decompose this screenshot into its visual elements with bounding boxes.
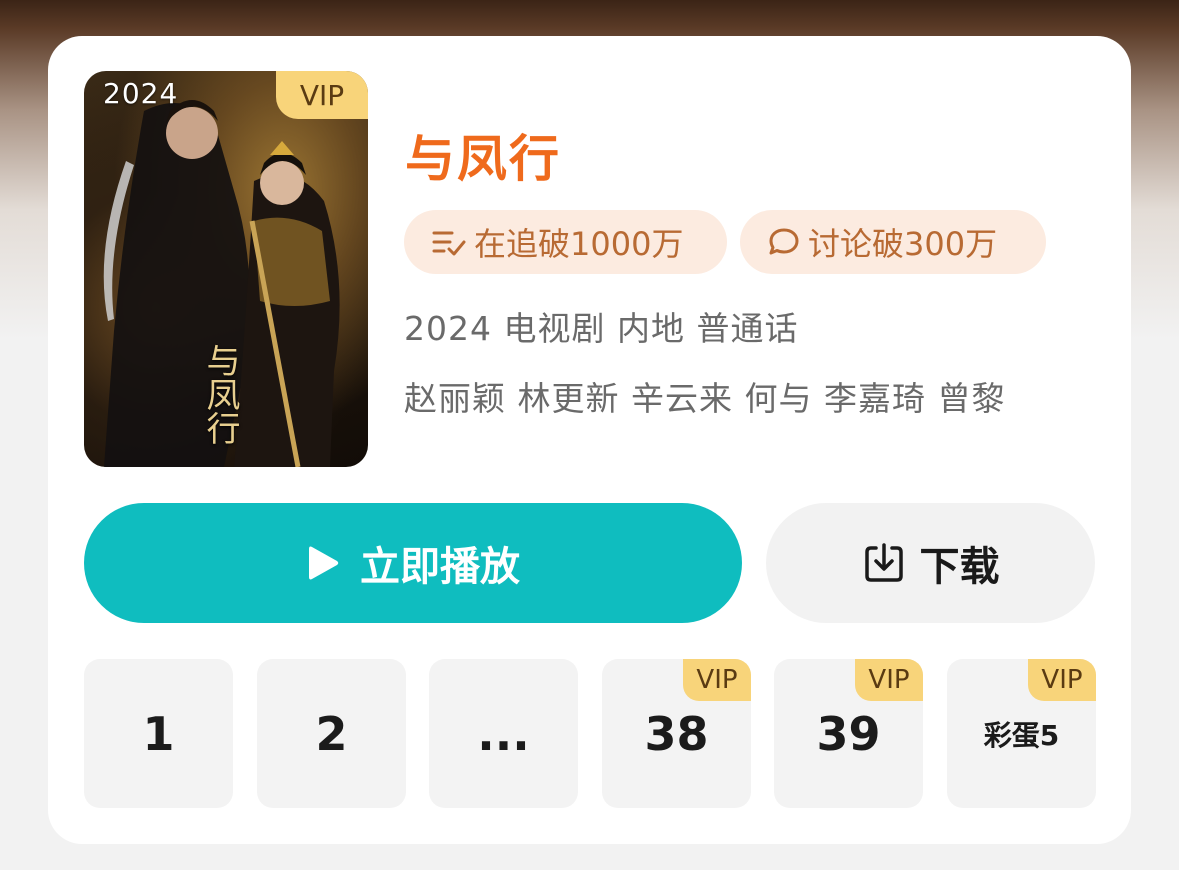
poster-image[interactable]: 2024 VIP 与凤行 bbox=[84, 71, 368, 467]
episode-button-bonus-5[interactable]: VIP 彩蛋5 bbox=[947, 659, 1096, 808]
vip-badge: VIP bbox=[855, 659, 923, 701]
show-cast-line[interactable]: 赵丽颖 林更新 辛云来 何与 李嘉琦 曾黎 bbox=[404, 372, 1005, 420]
poster-title-calligraphy: 与凤行 bbox=[200, 343, 240, 445]
episode-label: 彩蛋5 bbox=[983, 718, 1060, 752]
episode-label: 2 bbox=[315, 706, 348, 761]
episode-label: ... bbox=[477, 706, 530, 761]
episode-button-38[interactable]: VIP 38 bbox=[602, 659, 751, 808]
episode-button-39[interactable]: VIP 39 bbox=[774, 659, 923, 808]
download-button[interactable]: 下载 bbox=[766, 503, 1095, 623]
episode-more-button[interactable]: ... bbox=[429, 659, 578, 808]
poster-vip-badge: VIP bbox=[276, 71, 368, 119]
show-detail-card: 2024 VIP 与凤行 与凤行 在追破1000万 讨论破300万 2024 电… bbox=[48, 36, 1131, 844]
discuss-count-chip[interactable]: 讨论破300万 bbox=[740, 210, 1046, 274]
show-info-line: 2024 电视剧 内地 普通话 bbox=[404, 309, 799, 348]
follow-count-chip[interactable]: 在追破1000万 bbox=[404, 210, 727, 274]
follow-count-label: 在追破1000万 bbox=[474, 225, 684, 263]
episode-label: 1 bbox=[142, 706, 175, 761]
play-icon bbox=[306, 544, 340, 582]
chat-bubble-icon bbox=[768, 227, 800, 257]
list-check-icon bbox=[432, 227, 466, 257]
discuss-count-label: 讨论破300万 bbox=[808, 225, 998, 263]
download-label: 下载 bbox=[919, 544, 1000, 590]
episode-label: 38 bbox=[644, 706, 709, 761]
episode-button-2[interactable]: 2 bbox=[257, 659, 406, 808]
play-now-label: 立即播放 bbox=[360, 544, 520, 590]
episode-button-1[interactable]: 1 bbox=[84, 659, 233, 808]
vip-badge: VIP bbox=[683, 659, 751, 701]
episode-label: 39 bbox=[816, 706, 881, 761]
download-icon bbox=[862, 541, 906, 585]
vip-badge: VIP bbox=[1028, 659, 1096, 701]
poster-year: 2024 bbox=[103, 77, 179, 110]
play-now-button[interactable]: 立即播放 bbox=[84, 503, 742, 623]
show-title[interactable]: 与凤行 bbox=[405, 119, 561, 191]
